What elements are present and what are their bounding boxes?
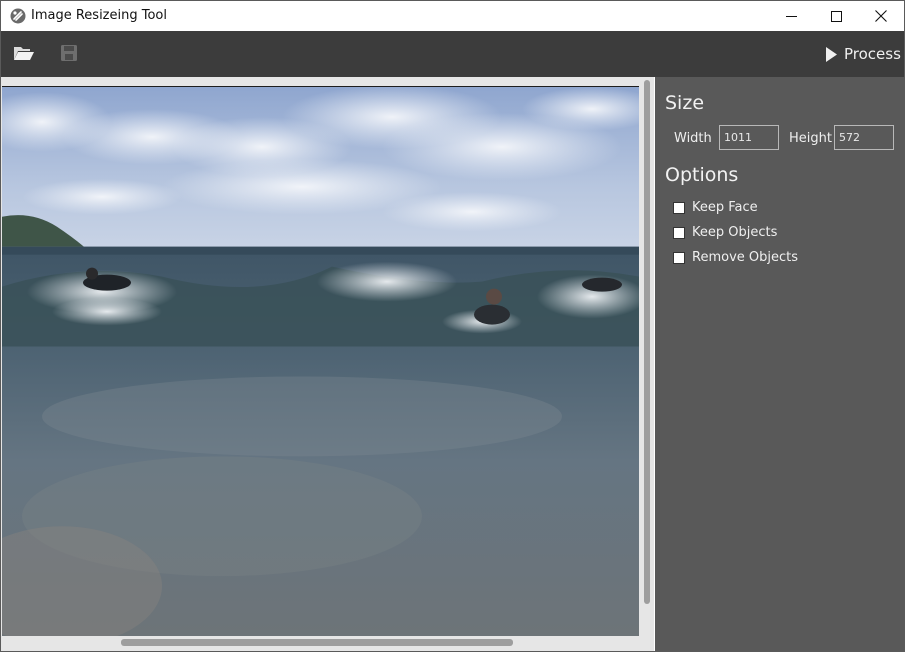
preview-image	[2, 86, 639, 636]
keep-objects-checkbox[interactable]	[673, 226, 685, 239]
keep-face-option[interactable]: Keep Face	[673, 200, 758, 215]
keep-objects-label: Keep Objects	[692, 225, 778, 240]
minimize-icon	[785, 15, 797, 17]
keep-face-checkbox[interactable]	[673, 201, 685, 214]
minimize-button[interactable]	[768, 1, 814, 31]
app-icon	[10, 8, 26, 24]
remove-objects-option[interactable]: Remove Objects	[673, 250, 798, 265]
horizontal-scrollbar[interactable]	[121, 639, 513, 646]
image-preview-panel	[1, 77, 654, 651]
close-button[interactable]	[858, 1, 904, 31]
settings-panel: Size Width Height Options Keep Face Keep…	[655, 77, 904, 651]
keep-objects-option[interactable]: Keep Objects	[673, 225, 777, 240]
window-title: Image Resizeing Tool	[31, 8, 167, 23]
play-icon	[826, 46, 837, 62]
keep-face-label: Keep Face	[692, 200, 758, 215]
remove-objects-label: Remove Objects	[692, 250, 798, 265]
height-label: Height	[789, 131, 832, 146]
process-label: Process	[844, 45, 901, 63]
save-icon[interactable]	[60, 43, 78, 63]
title-bar: Image Resizeing Tool	[1, 1, 904, 31]
close-icon	[875, 10, 887, 22]
maximize-icon	[830, 10, 842, 22]
vertical-scrollbar[interactable]	[644, 80, 650, 604]
maximize-button[interactable]	[813, 1, 859, 31]
height-input[interactable]	[834, 125, 894, 150]
remove-objects-checkbox[interactable]	[673, 251, 685, 264]
folder-open-icon[interactable]	[13, 43, 35, 63]
process-button[interactable]: Process	[826, 44, 901, 64]
width-input[interactable]	[719, 125, 779, 150]
width-label: Width	[674, 131, 712, 146]
options-section-title: Options	[665, 164, 739, 186]
app-window: Image Resizeing Tool Process Size Width …	[0, 0, 905, 652]
size-section-title: Size	[665, 92, 705, 114]
toolbar: Process	[1, 31, 904, 77]
